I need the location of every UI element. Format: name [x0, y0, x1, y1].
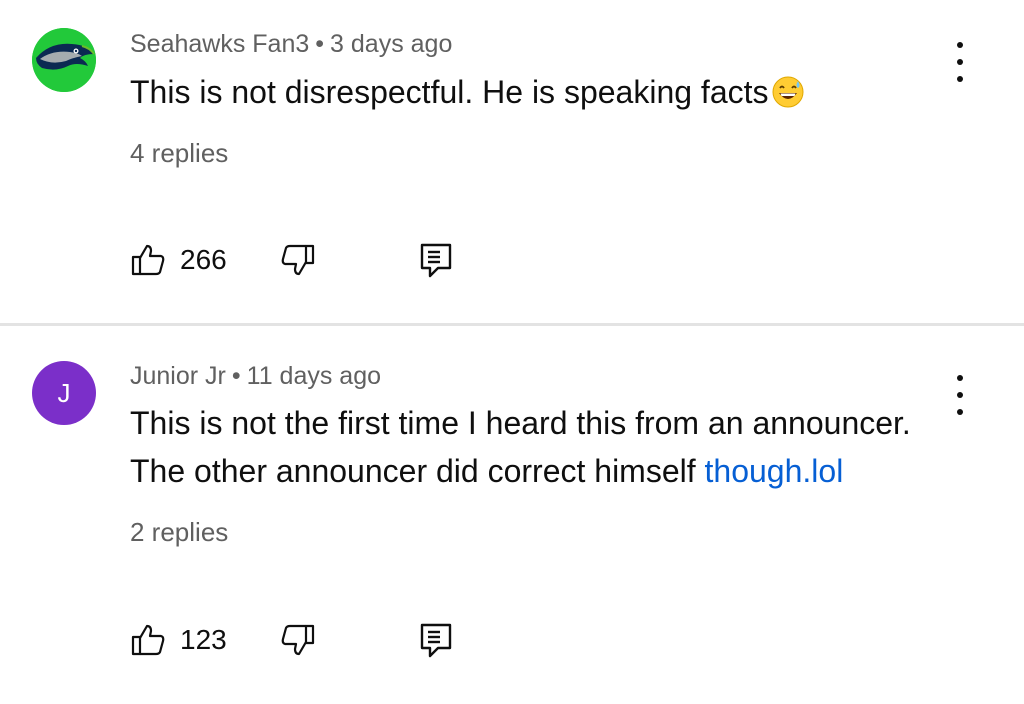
- avatar[interactable]: [32, 28, 96, 92]
- replies-link[interactable]: 4 replies: [130, 138, 228, 169]
- comment-item: J Junior Jr • 11 days ago This is not the …: [0, 327, 1024, 704]
- dislike-icon[interactable]: [280, 622, 316, 658]
- reply-comment-icon[interactable]: [418, 622, 454, 658]
- comment-link[interactable]: though.lol: [705, 453, 844, 489]
- seahawks-logo-icon: [32, 28, 96, 92]
- comment-item: Seahawks Fan3 • 3 days ago This is not dis…: [0, 0, 1024, 324]
- comment-meta: Seahawks Fan3 • 3 days ago: [130, 30, 452, 59]
- comment-text-line: The other announcer did correct himself …: [130, 447, 911, 495]
- comment-text: This is not disrespectful. He is speakin…: [130, 68, 805, 116]
- avatar[interactable]: J: [32, 361, 96, 425]
- more-options-icon[interactable]: [948, 42, 972, 82]
- author-name[interactable]: Junior Jr: [130, 362, 226, 390]
- like-count: 123: [180, 624, 227, 655]
- replies-link[interactable]: 2 replies: [130, 517, 228, 548]
- meta-separator: •: [315, 30, 325, 58]
- author-name[interactable]: Seahawks Fan3: [130, 30, 309, 58]
- comment-text-content: This is not disrespectful. He is speakin…: [130, 74, 769, 110]
- avatar-letter: J: [57, 377, 71, 408]
- comment-text-line: This is not the first time I heard this …: [130, 405, 911, 441]
- comment-time: 11 days ago: [246, 362, 382, 390]
- grinning-sweat-emoji-icon: [771, 75, 805, 109]
- reply-comment-icon[interactable]: [418, 242, 454, 278]
- comment-time: 3 days ago: [330, 30, 453, 58]
- like-icon[interactable]: [130, 622, 166, 658]
- comment-divider: [0, 323, 1024, 326]
- more-options-icon[interactable]: [948, 375, 972, 415]
- comment-text-segment: The other announcer did correct himself: [130, 453, 705, 489]
- like-count: 266: [180, 244, 227, 275]
- comment-text: This is not the first time I heard this …: [130, 399, 911, 495]
- meta-separator: •: [231, 362, 241, 390]
- like-icon[interactable]: [130, 242, 166, 278]
- comment-actions: 266: [130, 242, 470, 282]
- comment-meta: Junior Jr • 11 days ago: [130, 362, 381, 391]
- comment-actions: 123: [130, 622, 470, 662]
- dislike-icon[interactable]: [280, 242, 316, 278]
